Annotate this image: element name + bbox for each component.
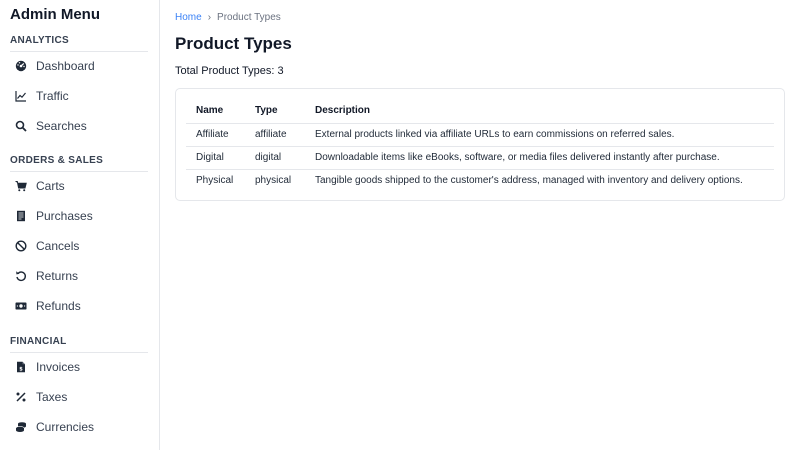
sidebar-item-invoices[interactable]: $ Invoices	[15, 356, 150, 378]
line-chart-icon	[15, 90, 27, 102]
sidebar-item-taxes[interactable]: Taxes	[15, 386, 150, 408]
product-types-table: Name Type Description Affiliate affiliat…	[186, 99, 774, 192]
column-header-description: Description	[305, 99, 774, 124]
sidebar-item-refunds[interactable]: Refunds	[15, 295, 150, 317]
sidebar-item-label: Cancels	[36, 239, 80, 253]
column-header-name: Name	[186, 99, 245, 124]
sidebar-item-dashboard[interactable]: Dashboard	[15, 55, 150, 77]
main-content: Home › Product Types Product Types Total…	[160, 0, 800, 450]
section-heading-orders-sales: ORDERS & SALES	[10, 155, 148, 172]
breadcrumb-current: Product Types	[217, 12, 281, 23]
money-icon	[15, 300, 27, 312]
cell-description: Downloadable items like eBooks, software…	[305, 146, 774, 170]
sidebar-item-label: Searches	[36, 119, 87, 133]
sidebar-item-searches[interactable]: Searches	[15, 115, 150, 137]
cell-description: Tangible goods shipped to the customer's…	[315, 175, 743, 187]
sidebar-item-label: Currencies	[36, 420, 95, 434]
section-heading-analytics: ANALYTICS	[10, 35, 148, 52]
cell-type: affiliate	[245, 123, 305, 147]
sidebar-item-label: Dashboard	[36, 59, 95, 73]
sidebar-item-carts[interactable]: Carts	[15, 175, 150, 197]
sidebar-title: Admin Menu	[10, 6, 100, 23]
cell-name: Physical	[196, 175, 234, 187]
sidebar-item-label: Refunds	[36, 299, 81, 313]
column-header-type: Type	[245, 99, 305, 124]
cell-name: Affiliate	[186, 123, 245, 147]
sidebar-item-cancels[interactable]: Cancels	[15, 235, 150, 257]
table-row: Digital digital Downloadable items like …	[186, 146, 774, 170]
cell-type: digital	[245, 146, 305, 170]
sidebar-item-label: Taxes	[36, 390, 68, 404]
total-count: Total Product Types: 3	[175, 65, 284, 77]
breadcrumb-separator: ›	[207, 12, 212, 23]
sidebar-item-traffic[interactable]: Traffic	[15, 85, 150, 107]
cart-icon	[15, 180, 27, 192]
cancel-icon	[15, 240, 27, 252]
sidebar-item-currencies[interactable]: Currencies	[15, 416, 150, 438]
breadcrumb-home-link[interactable]: Home	[175, 12, 202, 23]
invoice-icon: $	[15, 361, 27, 373]
product-types-card: Name Type Description Affiliate affiliat…	[175, 88, 785, 201]
sidebar-item-label: Carts	[36, 179, 65, 193]
sidebar-item-purchases[interactable]: Purchases	[15, 205, 150, 227]
cell-name: Digital	[186, 146, 245, 170]
cell-type: physical	[255, 175, 292, 187]
sidebar-item-label: Invoices	[36, 360, 81, 374]
table-header-row: Name Type Description	[186, 99, 774, 124]
sidebar: Admin Menu ANALYTICS Dashboard Traffic S…	[0, 0, 160, 450]
page-title: Product Types	[175, 34, 292, 53]
dashboard-icon	[15, 60, 27, 72]
cell-description: External products linked via affiliate U…	[305, 123, 774, 147]
percent-icon	[15, 391, 27, 403]
coins-icon	[15, 421, 27, 433]
search-icon	[15, 120, 27, 132]
section-heading-financial: FINANCIAL	[10, 336, 148, 353]
undo-icon	[15, 270, 27, 282]
svg-text:$: $	[19, 366, 23, 372]
table-row: Affiliate affiliate External products li…	[186, 123, 774, 147]
table-row: Physical physical Tangible goods shipped…	[186, 169, 774, 192]
sidebar-item-returns[interactable]: Returns	[15, 265, 150, 287]
sidebar-item-label: Traffic	[36, 89, 69, 103]
breadcrumb: Home › Product Types	[175, 12, 281, 23]
sidebar-item-label: Purchases	[36, 209, 93, 223]
receipt-icon	[15, 210, 27, 222]
sidebar-item-label: Returns	[36, 269, 79, 283]
